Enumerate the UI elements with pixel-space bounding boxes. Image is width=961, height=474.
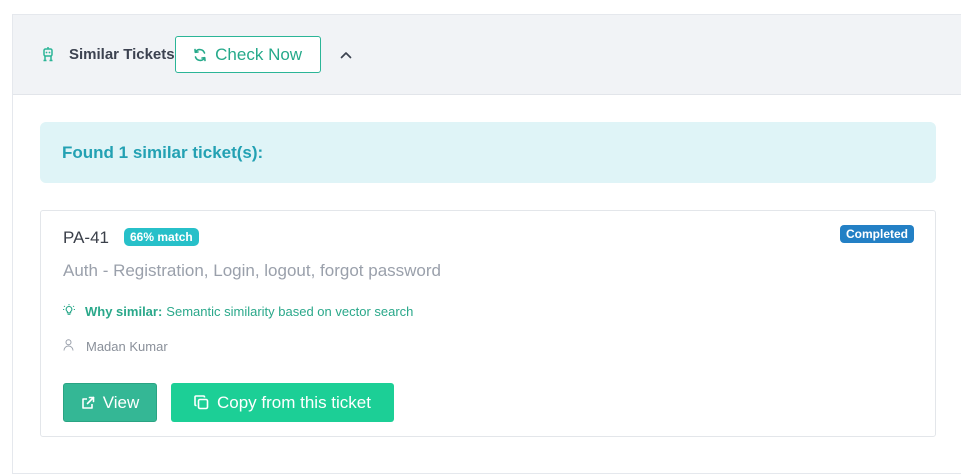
view-label: View bbox=[102, 392, 140, 412]
status-badge: Completed bbox=[839, 225, 914, 243]
refresh-icon bbox=[193, 48, 207, 62]
check-now-label: Check Now bbox=[215, 44, 303, 64]
copy-label: Copy from this ticket bbox=[217, 392, 371, 412]
chevron-up-icon[interactable] bbox=[339, 48, 353, 62]
ticket-card: PA-41 66% match Completed Auth - Registr… bbox=[40, 210, 936, 437]
lightbulb-icon bbox=[63, 304, 75, 319]
copy-from-ticket-button[interactable]: Copy from this ticket bbox=[171, 383, 394, 422]
results-alert: Found 1 similar ticket(s): bbox=[40, 122, 936, 183]
ticket-title: Auth - Registration, Login, logout, forg… bbox=[63, 261, 441, 280]
ticket-id[interactable]: PA-41 bbox=[63, 228, 109, 248]
results-count-text: Found 1 similar ticket(s): bbox=[62, 142, 264, 162]
match-badge: 66% match bbox=[124, 228, 199, 246]
panel-header: Similar Tickets Check Now bbox=[13, 15, 961, 95]
panel-title: Similar Tickets bbox=[69, 46, 175, 63]
why-similar-text: Semantic similarity based on vector sear… bbox=[166, 304, 414, 319]
external-link-icon bbox=[81, 396, 95, 410]
check-now-button[interactable]: Check Now bbox=[174, 36, 321, 73]
assignee-row: Madan Kumar bbox=[63, 339, 168, 354]
view-button[interactable]: View bbox=[63, 383, 157, 422]
user-icon bbox=[63, 339, 74, 354]
assignee-name: Madan Kumar bbox=[86, 339, 168, 354]
copy-icon bbox=[194, 395, 209, 410]
why-similar-row: Why similar: Semantic similarity based o… bbox=[63, 304, 413, 319]
robot-icon bbox=[41, 47, 55, 63]
why-similar-label: Why similar: bbox=[85, 304, 163, 319]
similar-tickets-panel: Similar Tickets Check Now Found 1 simila… bbox=[12, 14, 961, 474]
